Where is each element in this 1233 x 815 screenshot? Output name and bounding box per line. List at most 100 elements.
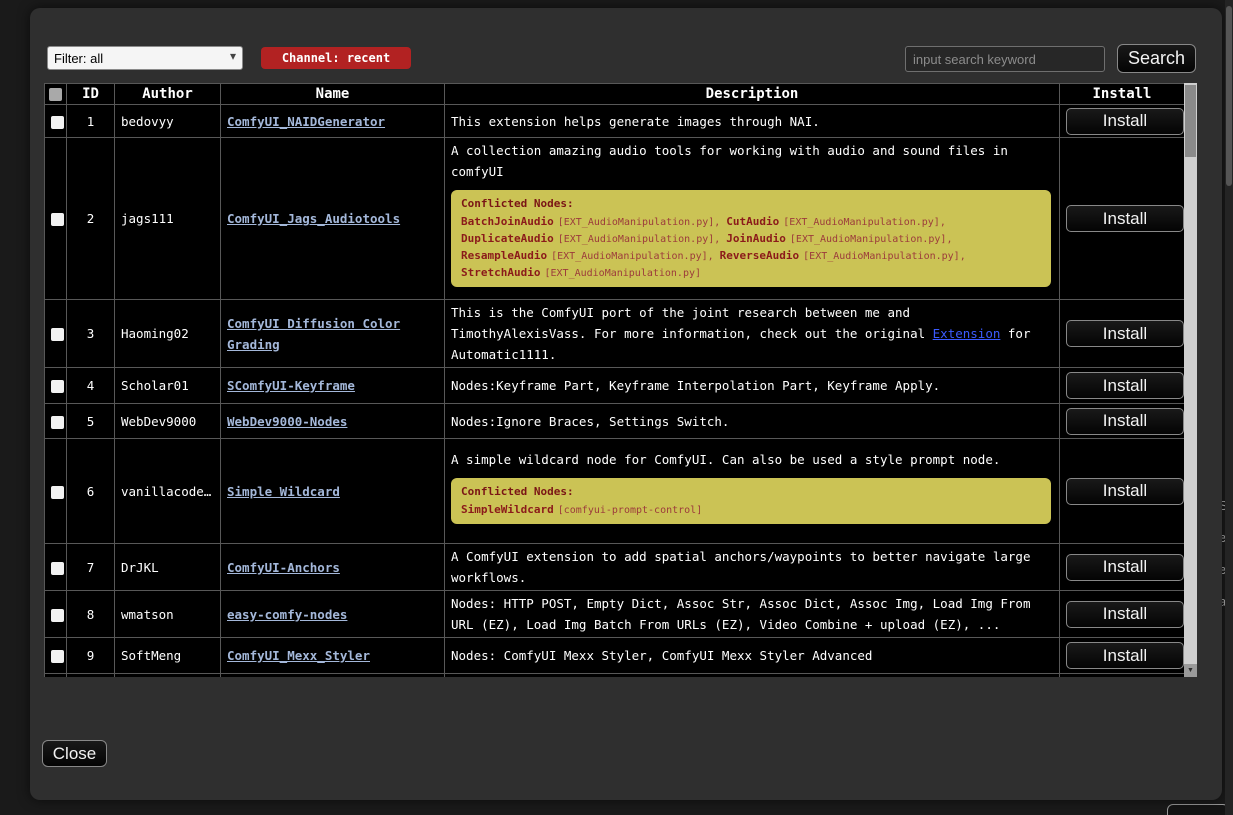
row-id: 3 — [67, 300, 115, 368]
extension-name-link[interactable]: WebDev9000-Nodes — [227, 414, 347, 429]
row-checkbox[interactable] — [51, 609, 64, 622]
filter-select[interactable]: Filter: all — [47, 46, 243, 70]
install-button[interactable]: Install — [1066, 478, 1184, 505]
row-id: 2 — [67, 138, 115, 300]
custom-nodes-table-area: ID Author Name Description Install 1 bed… — [44, 83, 1197, 677]
install-button[interactable]: Install — [1066, 408, 1184, 435]
conflict-node-source: [EXT_AudioManipulation.py], — [551, 251, 720, 262]
conflict-list: BatchJoinAudio [EXT_AudioManipulation.py]… — [461, 213, 1041, 281]
row-author: Haoming02 — [115, 300, 221, 368]
channel-badge[interactable]: Channel: recent — [261, 47, 411, 69]
select-all-header — [45, 84, 67, 105]
row-id: 1 — [67, 105, 115, 138]
conflict-node-source: [EXT_AudioManipulation.py], — [783, 217, 946, 228]
conflict-node-name: DuplicateAudio — [461, 232, 554, 245]
row-description: Nodes: Yolov8Detection, Yolov8Segmentati… — [445, 674, 1060, 678]
row-description: A ComfyUI extension to add spatial ancho… — [445, 544, 1060, 591]
row-id: 5 — [67, 404, 115, 439]
page-scrollbar[interactable] — [1225, 0, 1233, 815]
column-header-name: Name — [221, 84, 445, 105]
column-header-id: ID — [67, 84, 115, 105]
install-button[interactable]: Install — [1066, 320, 1184, 347]
row-description: Nodes: ComfyUI Mexx Styler, ComfyUI Mexx… — [445, 638, 1060, 674]
conflict-node-source: [EXT_AudioManipulation.py] — [544, 268, 701, 279]
column-header-description: Description — [445, 84, 1060, 105]
install-button[interactable]: Install — [1066, 205, 1184, 232]
conflict-title: Conflicted Nodes: — [461, 196, 1041, 211]
row-id: 8 — [67, 591, 115, 638]
select-all-checkbox[interactable] — [49, 88, 62, 101]
conflict-node-name: ReverseAudio — [720, 249, 799, 262]
extension-name-link[interactable]: ComfyUI_NAIDGenerator — [227, 114, 385, 129]
extension-name-link[interactable]: ComfyUI Diffusion Color Grading — [227, 316, 400, 352]
row-checkbox[interactable] — [51, 562, 64, 575]
row-author: Scholar01 — [115, 368, 221, 404]
custom-node-manager-dialog: Filter: all Channel: recent Search ID Au… — [30, 8, 1222, 800]
extension-name-link[interactable]: SComfyUI-Keyframe — [227, 378, 355, 393]
row-description: Nodes:Ignore Braces, Settings Switch. — [445, 404, 1060, 439]
row-checkbox[interactable] — [51, 116, 64, 129]
conflict-list: SimpleWildcard[comfyui-prompt-control] — [461, 501, 1041, 518]
row-description: This extension helps generate images thr… — [445, 105, 1060, 138]
install-button[interactable]: Install — [1066, 108, 1184, 135]
row-id: 7 — [67, 544, 115, 591]
table-row: 2 jags111 ComfyUI_Jags_Audiotools A coll… — [45, 138, 1185, 300]
conflict-node-name: CutAudio — [726, 215, 779, 228]
row-description: A simple wildcard node for ComfyUI. Can … — [451, 449, 1053, 470]
row-id: 9 — [67, 638, 115, 674]
page-scrollbar-thumb[interactable] — [1226, 6, 1232, 186]
row-checkbox[interactable] — [51, 328, 64, 341]
row-checkbox[interactable] — [51, 650, 64, 663]
custom-nodes-table: ID Author Name Description Install 1 bed… — [44, 83, 1184, 677]
scrollbar-down-arrow-icon[interactable]: ▼ — [1184, 664, 1197, 677]
row-author: bedovyy — [115, 105, 221, 138]
extension-name-link[interactable]: easy-comfy-nodes — [227, 607, 347, 622]
table-scrollbar[interactable]: ▼ — [1184, 83, 1197, 677]
install-button[interactable]: Install — [1066, 601, 1184, 628]
row-checkbox[interactable] — [51, 416, 64, 429]
conflict-warning-box: Conflicted Nodes: SimpleWildcard[comfyui… — [451, 478, 1051, 524]
conflict-node-name: ResampleAudio — [461, 249, 547, 262]
search-button[interactable]: Search — [1117, 44, 1196, 73]
conflict-node-name: SimpleWildcard — [461, 503, 554, 516]
conflict-node-name: BatchJoinAudio — [461, 215, 554, 228]
row-author: jags111 — [115, 138, 221, 300]
row-author: zcfrank1st — [115, 674, 221, 678]
conflict-title: Conflicted Nodes: — [461, 484, 1041, 499]
extension-name-link[interactable]: ComfyUI_Jags_Audiotools — [227, 211, 400, 226]
extension-name-link[interactable]: ComfyUI_Mexx_Styler — [227, 648, 370, 663]
row-id: 10 — [67, 674, 115, 678]
filter-select-wrap: Filter: all — [47, 46, 243, 70]
table-header-row: ID Author Name Description Install — [45, 84, 1185, 105]
row-author: DrJKL — [115, 544, 221, 591]
extension-inline-link[interactable]: Extension — [933, 326, 1001, 341]
column-header-author: Author — [115, 84, 221, 105]
table-row: 9 SoftMeng ComfyUI_Mexx_Styler Nodes: Co… — [45, 638, 1185, 674]
conflict-node-source: [EXT_AudioManipulation.py], — [558, 217, 727, 228]
extension-name-link[interactable]: ComfyUI-Anchors — [227, 560, 340, 575]
row-checkbox[interactable] — [51, 380, 64, 393]
row-checkbox[interactable] — [51, 213, 64, 226]
partial-button-fragment[interactable] — [1167, 804, 1229, 815]
close-button[interactable]: Close — [42, 740, 107, 767]
install-button[interactable]: Install — [1066, 554, 1184, 581]
row-description: Nodes: HTTP POST, Empty Dict, Assoc Str,… — [445, 591, 1060, 638]
extension-name-link[interactable]: Simple Wildcard — [227, 484, 340, 499]
conflict-warning-box: Conflicted Nodes: BatchJoinAudio [EXT_Aud… — [451, 190, 1051, 287]
conflict-node-source: [EXT_AudioManipulation.py], — [558, 234, 727, 245]
row-description: This is the ComfyUI port of the joint re… — [445, 300, 1060, 368]
install-button[interactable]: Install — [1066, 372, 1184, 399]
table-scrollbar-thumb[interactable] — [1185, 85, 1196, 157]
row-id: 4 — [67, 368, 115, 404]
row-author: vanillacode… — [115, 439, 221, 544]
table-row: 7 DrJKL ComfyUI-Anchors A ComfyUI extens… — [45, 544, 1185, 591]
row-author: wmatson — [115, 591, 221, 638]
row-author: WebDev9000 — [115, 404, 221, 439]
table-row: 6 vanillacode… Simple Wildcard A simple … — [45, 439, 1185, 544]
row-checkbox[interactable] — [51, 486, 64, 499]
row-description: A collection amazing audio tools for wor… — [451, 140, 1053, 182]
table-row: 10 zcfrank1st ComfyUI Yolov8 Nodes: Yolo… — [45, 674, 1185, 678]
search-input[interactable] — [905, 46, 1105, 72]
table-row: 4 Scholar01 SComfyUI-Keyframe Nodes:Keyf… — [45, 368, 1185, 404]
install-button[interactable]: Install — [1066, 642, 1184, 669]
